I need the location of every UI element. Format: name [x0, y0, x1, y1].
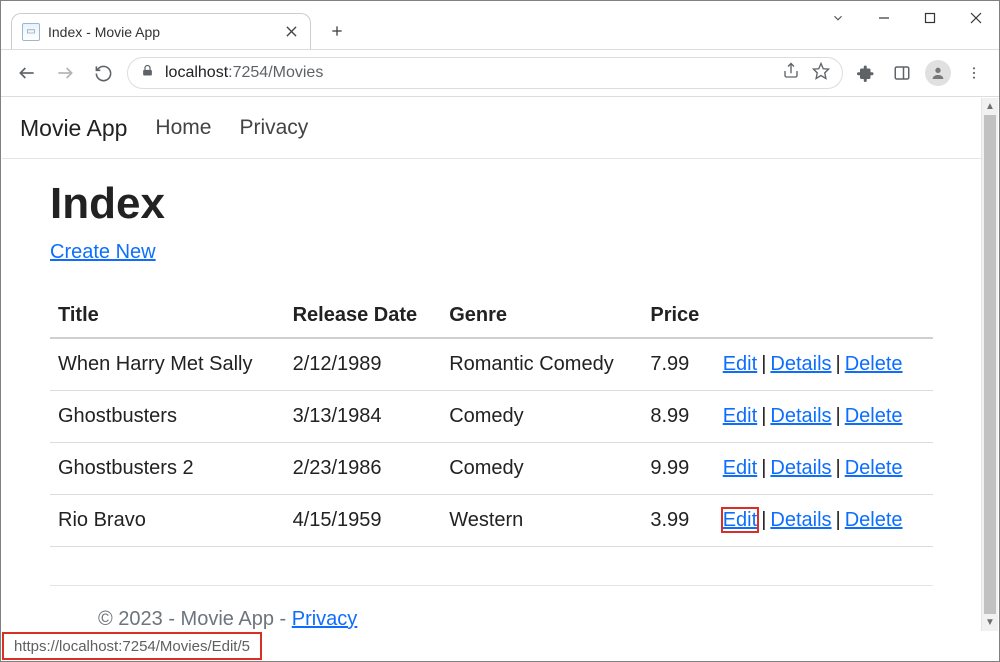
details-link[interactable]: Details — [770, 457, 831, 479]
bookmark-star-icon[interactable] — [812, 62, 830, 85]
col-genre: Genre — [441, 294, 642, 338]
cell-price: 8.99 — [642, 391, 714, 443]
details-link[interactable]: Details — [770, 405, 831, 427]
cell-actions: Edit|Details|Delete — [715, 391, 933, 443]
forward-button[interactable] — [51, 59, 79, 87]
lock-icon — [140, 63, 155, 83]
cell-actions: Edit|Details|Delete — [715, 495, 933, 547]
col-price: Price — [642, 294, 714, 338]
nav-link-home[interactable]: Home — [155, 116, 211, 140]
url-path: :7254/Movies — [228, 64, 323, 81]
table-row: Rio Bravo4/15/1959Western3.99Edit|Detail… — [50, 495, 933, 547]
cell-title: Rio Bravo — [50, 495, 285, 547]
cell-actions: Edit|Details|Delete — [715, 338, 933, 391]
separator: | — [832, 353, 845, 375]
share-icon[interactable] — [782, 62, 800, 85]
cell-release_date: 4/15/1959 — [285, 495, 442, 547]
edit-link[interactable]: Edit — [723, 509, 757, 531]
delete-link[interactable]: Delete — [845, 509, 903, 531]
cell-actions: Edit|Details|Delete — [715, 443, 933, 495]
new-tab-button[interactable] — [321, 15, 353, 47]
side-panel-icon[interactable] — [889, 60, 915, 86]
separator: | — [757, 405, 770, 427]
site-navbar: Movie App Home Privacy — [2, 98, 981, 159]
url-input[interactable]: localhost:7254/Movies — [127, 57, 843, 89]
cell-genre: Western — [441, 495, 642, 547]
separator: | — [757, 353, 770, 375]
cell-title: Ghostbusters 2 — [50, 443, 285, 495]
separator: | — [832, 405, 845, 427]
delete-link[interactable]: Delete — [845, 405, 903, 427]
cell-genre: Comedy — [441, 391, 642, 443]
favicon-icon: ▭ — [22, 23, 40, 41]
url-text: localhost:7254/Movies — [165, 64, 323, 82]
table-row: Ghostbusters3/13/1984Comedy8.99Edit|Deta… — [50, 391, 933, 443]
tab-close-icon[interactable] — [282, 23, 300, 41]
page-footer: © 2023 - Movie App - Privacy — [50, 585, 933, 631]
cell-genre: Comedy — [441, 443, 642, 495]
edit-link[interactable]: Edit — [723, 457, 757, 479]
create-new-link[interactable]: Create New — [50, 241, 156, 263]
maximize-button[interactable] — [907, 1, 953, 35]
separator: | — [832, 457, 845, 479]
details-link[interactable]: Details — [770, 353, 831, 375]
delete-link[interactable]: Delete — [845, 457, 903, 479]
table-header-row: Title Release Date Genre Price — [50, 294, 933, 338]
scroll-down-arrow-icon[interactable]: ▼ — [982, 614, 998, 631]
profile-avatar-icon[interactable] — [925, 60, 951, 86]
status-url: https://localhost:7254/Movies/Edit/5 — [14, 638, 250, 655]
scrollbar-thumb[interactable] — [984, 115, 996, 614]
cell-release_date: 2/12/1989 — [285, 338, 442, 391]
cell-title: When Harry Met Sally — [50, 338, 285, 391]
col-release-date: Release Date — [285, 294, 442, 338]
minimize-button[interactable] — [861, 1, 907, 35]
status-bar: https://localhost:7254/Movies/Edit/5 — [2, 632, 262, 660]
footer-privacy-link[interactable]: Privacy — [292, 608, 358, 630]
close-window-button[interactable] — [953, 1, 999, 35]
edit-link[interactable]: Edit — [723, 405, 757, 427]
separator: | — [757, 509, 770, 531]
cell-price: 7.99 — [642, 338, 714, 391]
nav-link-privacy[interactable]: Privacy — [239, 116, 308, 140]
details-link[interactable]: Details — [770, 509, 831, 531]
footer-text: © 2023 - Movie App - — [98, 608, 292, 630]
tab-search-chevron-icon[interactable] — [815, 1, 861, 35]
edit-link[interactable]: Edit — [723, 353, 757, 375]
window-controls — [815, 1, 999, 35]
tab-title: Index - Movie App — [48, 24, 160, 40]
browser-tab[interactable]: ▭ Index - Movie App — [11, 13, 311, 49]
back-button[interactable] — [13, 59, 41, 87]
menu-dots-icon[interactable] — [961, 60, 987, 86]
separator: | — [832, 509, 845, 531]
cell-price: 3.99 — [642, 495, 714, 547]
cell-genre: Romantic Comedy — [441, 338, 642, 391]
cell-price: 9.99 — [642, 443, 714, 495]
vertical-scrollbar[interactable]: ▲ ▼ — [981, 98, 998, 631]
extensions-icon[interactable] — [853, 60, 879, 86]
cell-release_date: 3/13/1984 — [285, 391, 442, 443]
scroll-up-arrow-icon[interactable]: ▲ — [982, 98, 998, 115]
address-bar: localhost:7254/Movies — [1, 49, 999, 97]
col-actions — [715, 294, 933, 338]
url-host: localhost — [165, 64, 228, 81]
col-title: Title — [50, 294, 285, 338]
movies-table: Title Release Date Genre Price When Harr… — [50, 294, 933, 547]
cell-release_date: 2/23/1986 — [285, 443, 442, 495]
table-row: When Harry Met Sally2/12/1989Romantic Co… — [50, 338, 933, 391]
delete-link[interactable]: Delete — [845, 353, 903, 375]
reload-button[interactable] — [89, 59, 117, 87]
page-container: Index Create New Title Release Date Genr… — [2, 159, 981, 631]
table-row: Ghostbusters 22/23/1986Comedy9.99Edit|De… — [50, 443, 933, 495]
cell-title: Ghostbusters — [50, 391, 285, 443]
separator: | — [757, 457, 770, 479]
brand-link[interactable]: Movie App — [20, 115, 127, 142]
page-title: Index — [50, 179, 933, 229]
viewport: ▲ ▼ Movie App Home Privacy Index Create … — [2, 98, 998, 631]
